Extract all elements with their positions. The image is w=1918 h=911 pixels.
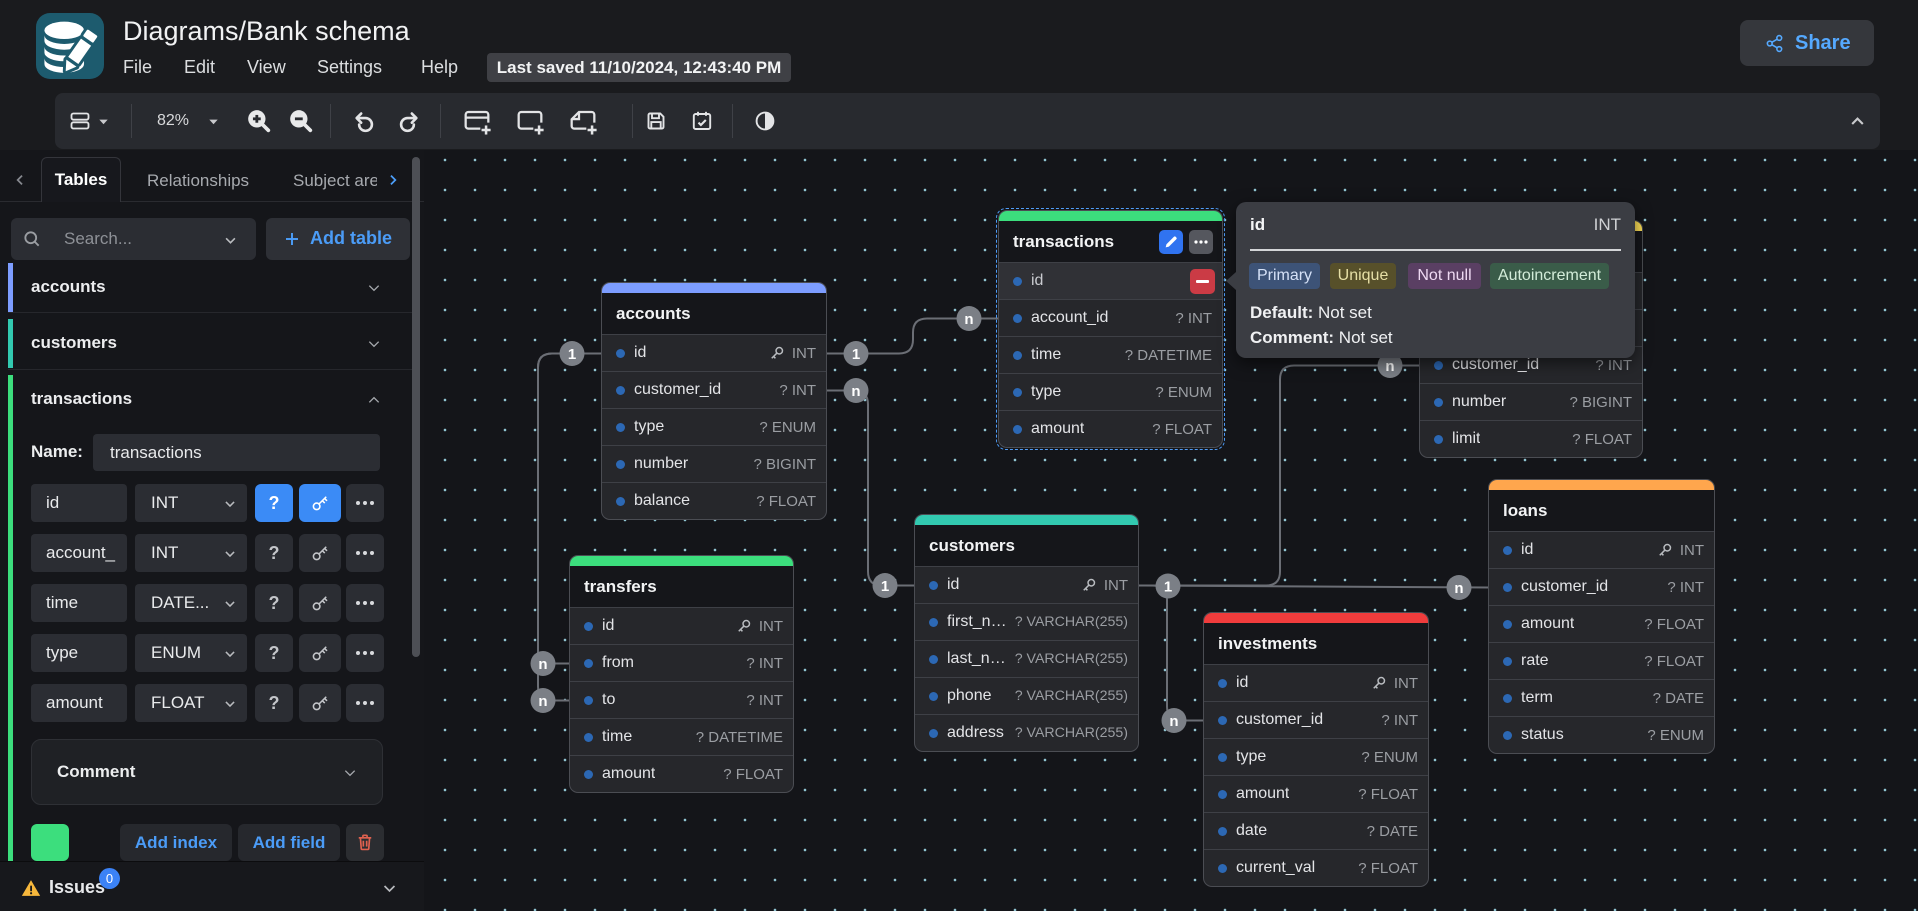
- svg-text:1: 1: [568, 346, 576, 363]
- svg-text:n: n: [851, 383, 860, 400]
- svg-text:n: n: [964, 311, 973, 328]
- svg-text:n: n: [538, 693, 547, 710]
- svg-text:n: n: [538, 656, 547, 673]
- svg-text:n: n: [1454, 580, 1463, 597]
- svg-text:1: 1: [881, 578, 889, 595]
- svg-text:1: 1: [1164, 579, 1172, 596]
- svg-text:n: n: [1385, 358, 1394, 375]
- svg-text:1: 1: [852, 346, 860, 363]
- svg-text:n: n: [1169, 713, 1178, 730]
